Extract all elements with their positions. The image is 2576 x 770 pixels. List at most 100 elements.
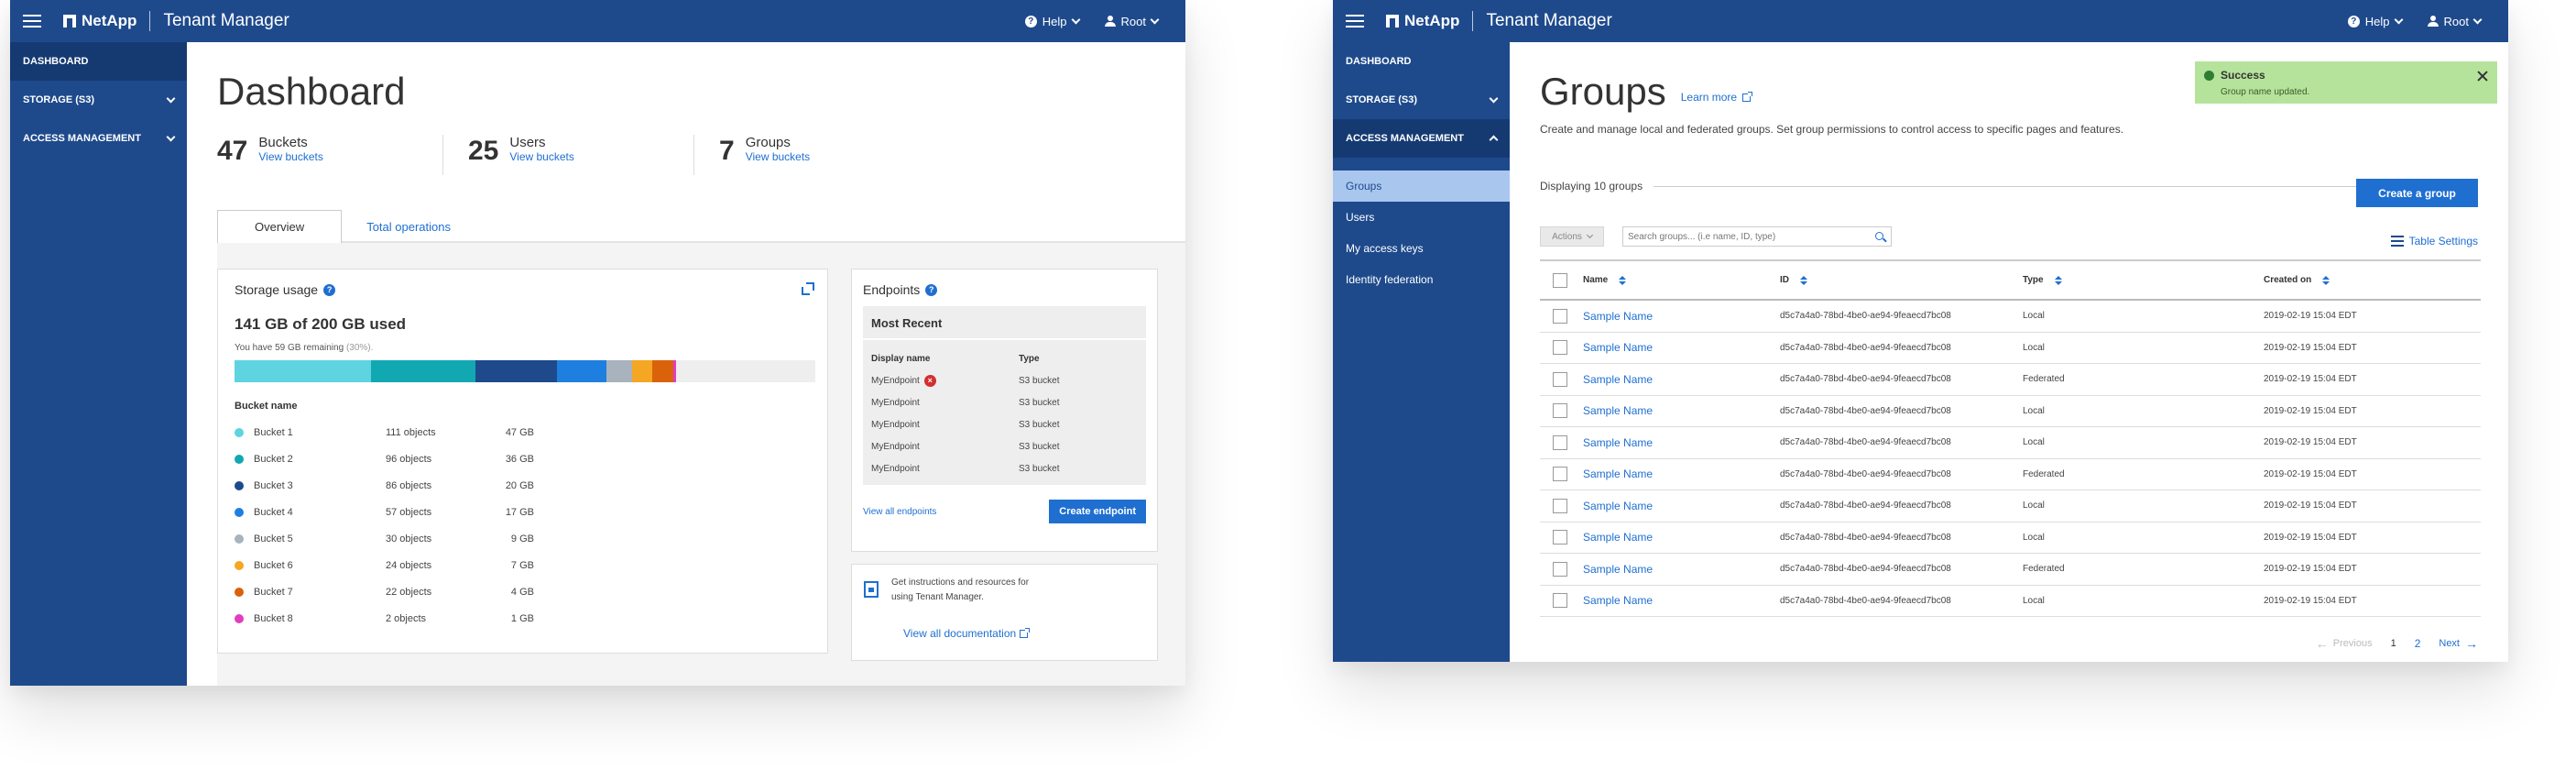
view-all-documentation-link[interactable]: View all documentation — [903, 627, 1016, 640]
learn-more-link[interactable]: Learn more — [1681, 91, 1737, 104]
chevron-down-icon — [2394, 15, 2403, 24]
help-icon[interactable]: ? — [323, 283, 336, 296]
sidebar: DASHBOARD STORAGE (S3) ACCESS MANAGEMENT… — [1333, 42, 1510, 662]
row-checkbox[interactable] — [1553, 467, 1567, 482]
sidebar-item-dashboard[interactable]: DASHBOARD — [10, 42, 187, 81]
search-input[interactable]: Search groups... (i.e name, ID, type) — [1622, 226, 1892, 247]
user-icon — [1104, 16, 1116, 27]
group-name-link[interactable]: Sample Name — [1583, 594, 1653, 607]
page-2[interactable]: 2 — [2415, 637, 2421, 650]
sidebar-item-users[interactable]: Users — [1333, 202, 1510, 233]
user-menu[interactable]: Root — [2427, 15, 2483, 28]
menu-icon[interactable] — [1346, 15, 1364, 28]
view-all-endpoints-link[interactable]: View all endpoints — [863, 507, 936, 517]
row-checkbox[interactable] — [1553, 593, 1567, 609]
group-name-link[interactable]: Sample Name — [1583, 531, 1653, 544]
column-header-name[interactable]: Name — [1583, 275, 1780, 285]
group-name-link[interactable]: Sample Name — [1583, 436, 1653, 449]
help-menu[interactable]: ? Help — [1024, 15, 1080, 28]
displaying-count: Displaying 10 groups — [1540, 180, 1643, 192]
actions-dropdown[interactable]: Actions — [1540, 226, 1604, 247]
help-icon[interactable]: ? — [925, 283, 938, 296]
usage-segment — [652, 360, 673, 382]
header-divider — [1472, 11, 1474, 31]
help-label: Help — [2364, 14, 2390, 28]
next-page-button[interactable]: Next → — [2439, 636, 2478, 651]
row-checkbox[interactable] — [1553, 403, 1567, 419]
row-checkbox[interactable] — [1553, 561, 1567, 577]
table-row: Sample Name d5c7a4a0-78bd-4be0-ae94-9feae… — [1540, 459, 2481, 490]
column-header-id[interactable]: ID — [1780, 275, 2023, 285]
bucket-size: 7 GB — [510, 559, 534, 571]
search-icon[interactable] — [1875, 232, 1883, 240]
group-name-link[interactable]: Sample Name — [1583, 563, 1653, 576]
group-name-link[interactable]: Sample Name — [1583, 468, 1653, 480]
expand-icon[interactable] — [802, 282, 814, 295]
row-checkbox[interactable] — [1553, 308, 1567, 324]
docs-text: Get instructions and resources for using… — [891, 578, 1030, 602]
group-name-link[interactable]: Sample Name — [1583, 500, 1653, 512]
row-checkbox[interactable] — [1553, 498, 1567, 513]
column-header-created[interactable]: Created on — [2264, 275, 2481, 285]
usage-segment — [606, 360, 633, 382]
bucket-row: Bucket 3 86 objects 20 GB — [235, 472, 811, 499]
view-groups-link[interactable]: View buckets — [746, 150, 810, 163]
sidebar-item-access-keys[interactable]: My access keys — [1333, 233, 1510, 264]
group-name-link[interactable]: Sample Name — [1583, 373, 1653, 386]
row-checkbox[interactable] — [1553, 434, 1567, 450]
page-1[interactable]: 1 — [2391, 638, 2396, 649]
group-type: Local — [2023, 595, 2045, 606]
group-name-link[interactable]: Sample Name — [1583, 310, 1653, 323]
sidebar-item-label: ACCESS MANAGEMENT — [23, 133, 141, 144]
group-name-link[interactable]: Sample Name — [1583, 404, 1653, 417]
create-endpoint-button[interactable]: Create endpoint — [1049, 500, 1146, 523]
close-icon[interactable] — [2477, 71, 2488, 82]
sidebar-item-identity-federation[interactable]: Identity federation — [1333, 264, 1510, 295]
netapp-logo: NetApp — [63, 12, 136, 30]
bucket-size: 1 GB — [510, 612, 534, 624]
legend-dot — [235, 507, 244, 517]
group-type: Federated — [2023, 374, 2065, 385]
bucket-name: Bucket 8 — [254, 612, 293, 624]
sidebar-item-access-management[interactable]: ACCESS MANAGEMENT — [1333, 119, 1510, 158]
group-name-link[interactable]: Sample Name — [1583, 341, 1653, 354]
select-all-checkbox[interactable] — [1553, 272, 1567, 288]
arrow-left-icon: ← — [2315, 636, 2329, 651]
help-menu[interactable]: ? Help — [2347, 14, 2403, 28]
endpoint-type: S3 bucket — [1019, 419, 1060, 430]
sidebar-item-access-management[interactable]: ACCESS MANAGEMENT — [10, 119, 187, 158]
view-buckets-link[interactable]: View buckets — [258, 150, 322, 163]
row-checkbox[interactable] — [1553, 530, 1567, 545]
user-menu[interactable]: Root — [1104, 15, 1160, 28]
stat-value: 47 — [217, 136, 248, 166]
usage-segment — [475, 360, 557, 382]
user-icon — [2427, 16, 2439, 27]
sidebar-item-groups[interactable]: Groups — [1333, 170, 1510, 202]
create-group-button[interactable]: Create a group — [2356, 179, 2478, 207]
row-checkbox[interactable] — [1553, 340, 1567, 356]
stat-label: Groups — [745, 135, 791, 150]
sidebar-item-dashboard[interactable]: DASHBOARD — [1333, 42, 1510, 81]
sidebar-item-storage[interactable]: STORAGE (S3) — [1333, 81, 1510, 119]
bucket-row: Bucket 1 111 objects 47 GB — [235, 419, 811, 446]
group-id: d5c7a4a0-78bd-4be0-ae94-9feaecd7bc08 — [1780, 374, 1951, 385]
chevron-down-icon — [1071, 15, 1080, 24]
sidebar-item-storage[interactable]: STORAGE (S3) — [10, 81, 187, 119]
group-type: Local — [2023, 532, 2045, 543]
bucket-row: Bucket 5 30 objects 9 GB — [235, 525, 811, 552]
row-checkbox[interactable] — [1553, 371, 1567, 387]
legend-dot — [235, 454, 244, 464]
view-users-link[interactable]: View buckets — [509, 150, 573, 163]
previous-page-button: ← Previous — [2316, 636, 2373, 651]
table-row: Sample Name d5c7a4a0-78bd-4be0-ae94-9feae… — [1540, 333, 2481, 364]
bucket-list: Bucket 1 111 objects 47 GB Bucket 2 96 objec… — [235, 419, 811, 632]
endpoint-type: S3 bucket — [1019, 441, 1060, 452]
bucket-name: Bucket 4 — [254, 506, 293, 518]
table-row: Sample Name d5c7a4a0-78bd-4be0-ae94-9feae… — [1540, 522, 2481, 554]
table-settings-button[interactable]: Table Settings — [2390, 235, 2478, 248]
column-header-type[interactable]: Type — [2023, 275, 2264, 285]
tab-total-operations[interactable]: Total operations — [342, 210, 475, 243]
menu-icon[interactable] — [23, 15, 41, 28]
table-row: Sample Name d5c7a4a0-78bd-4be0-ae94-9feae… — [1540, 490, 2481, 522]
tab-overview[interactable]: Overview — [217, 210, 343, 245]
